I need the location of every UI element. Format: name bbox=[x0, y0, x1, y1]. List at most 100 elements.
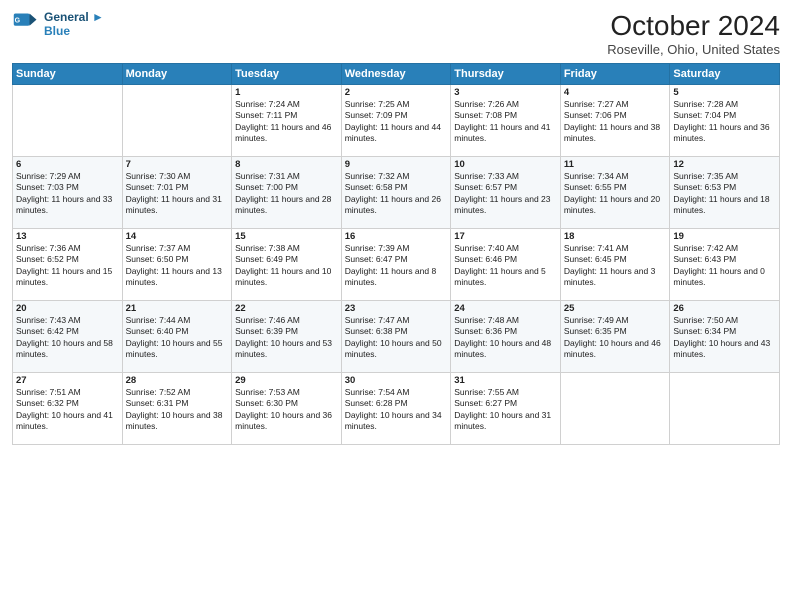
daylight-text: Daylight: 11 hours and 13 minutes. bbox=[126, 266, 222, 287]
daylight-text: Daylight: 11 hours and 28 minutes. bbox=[235, 194, 331, 215]
sunset-text: Sunset: 6:42 PM bbox=[16, 326, 79, 336]
sunset-text: Sunset: 6:40 PM bbox=[126, 326, 189, 336]
calendar-cell bbox=[122, 85, 232, 157]
sunset-text: Sunset: 6:45 PM bbox=[564, 254, 627, 264]
day-number: 19 bbox=[673, 231, 776, 242]
sunset-text: Sunset: 6:35 PM bbox=[564, 326, 627, 336]
sunrise-text: Sunrise: 7:36 AM bbox=[16, 243, 81, 253]
calendar-cell: 30 Sunrise: 7:54 AM Sunset: 6:28 PM Dayl… bbox=[341, 373, 451, 445]
sunset-text: Sunset: 7:09 PM bbox=[345, 110, 408, 120]
cell-content: Sunrise: 7:30 AM Sunset: 7:01 PM Dayligh… bbox=[126, 171, 229, 217]
sunrise-text: Sunrise: 7:32 AM bbox=[345, 171, 410, 181]
col-thursday: Thursday bbox=[451, 64, 561, 85]
sunset-text: Sunset: 7:08 PM bbox=[454, 110, 517, 120]
cell-content: Sunrise: 7:44 AM Sunset: 6:40 PM Dayligh… bbox=[126, 315, 229, 361]
sunset-text: Sunset: 6:32 PM bbox=[16, 398, 79, 408]
day-number: 23 bbox=[345, 303, 448, 314]
day-number: 12 bbox=[673, 159, 776, 170]
day-number: 5 bbox=[673, 87, 776, 98]
day-number: 4 bbox=[564, 87, 667, 98]
day-number: 17 bbox=[454, 231, 557, 242]
cell-content: Sunrise: 7:42 AM Sunset: 6:43 PM Dayligh… bbox=[673, 243, 776, 289]
day-number: 6 bbox=[16, 159, 119, 170]
svg-text:G: G bbox=[15, 17, 21, 24]
cell-content: Sunrise: 7:35 AM Sunset: 6:53 PM Dayligh… bbox=[673, 171, 776, 217]
sunset-text: Sunset: 6:50 PM bbox=[126, 254, 189, 264]
sunset-text: Sunset: 6:57 PM bbox=[454, 182, 517, 192]
calendar-cell: 28 Sunrise: 7:52 AM Sunset: 6:31 PM Dayl… bbox=[122, 373, 232, 445]
daylight-text: Daylight: 11 hours and 46 minutes. bbox=[235, 122, 331, 143]
daylight-text: Daylight: 11 hours and 33 minutes. bbox=[16, 194, 112, 215]
col-sunday: Sunday bbox=[13, 64, 123, 85]
col-friday: Friday bbox=[560, 64, 670, 85]
sunset-text: Sunset: 6:31 PM bbox=[126, 398, 189, 408]
sunrise-text: Sunrise: 7:53 AM bbox=[235, 387, 300, 397]
day-number: 16 bbox=[345, 231, 448, 242]
day-number: 10 bbox=[454, 159, 557, 170]
cell-content: Sunrise: 7:34 AM Sunset: 6:55 PM Dayligh… bbox=[564, 171, 667, 217]
sunset-text: Sunset: 6:34 PM bbox=[673, 326, 736, 336]
sunrise-text: Sunrise: 7:41 AM bbox=[564, 243, 629, 253]
calendar-week-3: 13 Sunrise: 7:36 AM Sunset: 6:52 PM Dayl… bbox=[13, 229, 780, 301]
sunrise-text: Sunrise: 7:51 AM bbox=[16, 387, 81, 397]
daylight-text: Daylight: 11 hours and 8 minutes. bbox=[345, 266, 437, 287]
calendar-cell: 9 Sunrise: 7:32 AM Sunset: 6:58 PM Dayli… bbox=[341, 157, 451, 229]
calendar-cell: 17 Sunrise: 7:40 AM Sunset: 6:46 PM Dayl… bbox=[451, 229, 561, 301]
calendar-cell: 10 Sunrise: 7:33 AM Sunset: 6:57 PM Dayl… bbox=[451, 157, 561, 229]
calendar-cell: 16 Sunrise: 7:39 AM Sunset: 6:47 PM Dayl… bbox=[341, 229, 451, 301]
cell-content: Sunrise: 7:29 AM Sunset: 7:03 PM Dayligh… bbox=[16, 171, 119, 217]
sunrise-text: Sunrise: 7:40 AM bbox=[454, 243, 519, 253]
calendar-cell: 7 Sunrise: 7:30 AM Sunset: 7:01 PM Dayli… bbox=[122, 157, 232, 229]
day-number: 14 bbox=[126, 231, 229, 242]
cell-content: Sunrise: 7:24 AM Sunset: 7:11 PM Dayligh… bbox=[235, 99, 338, 145]
cell-content: Sunrise: 7:46 AM Sunset: 6:39 PM Dayligh… bbox=[235, 315, 338, 361]
sunrise-text: Sunrise: 7:54 AM bbox=[345, 387, 410, 397]
day-number: 27 bbox=[16, 375, 119, 386]
calendar-cell: 4 Sunrise: 7:27 AM Sunset: 7:06 PM Dayli… bbox=[560, 85, 670, 157]
daylight-text: Daylight: 10 hours and 36 minutes. bbox=[235, 410, 332, 431]
calendar-cell: 26 Sunrise: 7:50 AM Sunset: 6:34 PM Dayl… bbox=[670, 301, 780, 373]
sunset-text: Sunset: 6:52 PM bbox=[16, 254, 79, 264]
cell-content: Sunrise: 7:39 AM Sunset: 6:47 PM Dayligh… bbox=[345, 243, 448, 289]
calendar-cell: 29 Sunrise: 7:53 AM Sunset: 6:30 PM Dayl… bbox=[232, 373, 342, 445]
sunset-text: Sunset: 7:03 PM bbox=[16, 182, 79, 192]
sunrise-text: Sunrise: 7:39 AM bbox=[345, 243, 410, 253]
day-number: 2 bbox=[345, 87, 448, 98]
calendar-cell bbox=[13, 85, 123, 157]
sunrise-text: Sunrise: 7:37 AM bbox=[126, 243, 191, 253]
sunset-text: Sunset: 7:04 PM bbox=[673, 110, 736, 120]
cell-content: Sunrise: 7:47 AM Sunset: 6:38 PM Dayligh… bbox=[345, 315, 448, 361]
sunrise-text: Sunrise: 7:46 AM bbox=[235, 315, 300, 325]
sunrise-text: Sunrise: 7:30 AM bbox=[126, 171, 191, 181]
cell-content: Sunrise: 7:50 AM Sunset: 6:34 PM Dayligh… bbox=[673, 315, 776, 361]
calendar-cell bbox=[560, 373, 670, 445]
day-number: 31 bbox=[454, 375, 557, 386]
cell-content: Sunrise: 7:41 AM Sunset: 6:45 PM Dayligh… bbox=[564, 243, 667, 289]
sunrise-text: Sunrise: 7:50 AM bbox=[673, 315, 738, 325]
calendar-cell bbox=[670, 373, 780, 445]
calendar-cell: 22 Sunrise: 7:46 AM Sunset: 6:39 PM Dayl… bbox=[232, 301, 342, 373]
cell-content: Sunrise: 7:32 AM Sunset: 6:58 PM Dayligh… bbox=[345, 171, 448, 217]
daylight-text: Daylight: 11 hours and 20 minutes. bbox=[564, 194, 660, 215]
sunrise-text: Sunrise: 7:48 AM bbox=[454, 315, 519, 325]
calendar-cell: 19 Sunrise: 7:42 AM Sunset: 6:43 PM Dayl… bbox=[670, 229, 780, 301]
sunrise-text: Sunrise: 7:38 AM bbox=[235, 243, 300, 253]
sunrise-text: Sunrise: 7:24 AM bbox=[235, 99, 300, 109]
sunset-text: Sunset: 6:49 PM bbox=[235, 254, 298, 264]
sunset-text: Sunset: 7:11 PM bbox=[235, 110, 297, 120]
day-number: 21 bbox=[126, 303, 229, 314]
calendar-week-1: 1 Sunrise: 7:24 AM Sunset: 7:11 PM Dayli… bbox=[13, 85, 780, 157]
day-number: 26 bbox=[673, 303, 776, 314]
daylight-text: Daylight: 11 hours and 23 minutes. bbox=[454, 194, 550, 215]
day-number: 15 bbox=[235, 231, 338, 242]
calendar-cell: 25 Sunrise: 7:49 AM Sunset: 6:35 PM Dayl… bbox=[560, 301, 670, 373]
col-wednesday: Wednesday bbox=[341, 64, 451, 85]
sunrise-text: Sunrise: 7:42 AM bbox=[673, 243, 738, 253]
day-number: 3 bbox=[454, 87, 557, 98]
title-block: October 2024 Roseville, Ohio, United Sta… bbox=[607, 10, 780, 57]
day-number: 25 bbox=[564, 303, 667, 314]
sunset-text: Sunset: 6:55 PM bbox=[564, 182, 627, 192]
sunset-text: Sunset: 6:46 PM bbox=[454, 254, 517, 264]
sunset-text: Sunset: 6:38 PM bbox=[345, 326, 408, 336]
logo: G General ► Blue bbox=[12, 10, 104, 38]
